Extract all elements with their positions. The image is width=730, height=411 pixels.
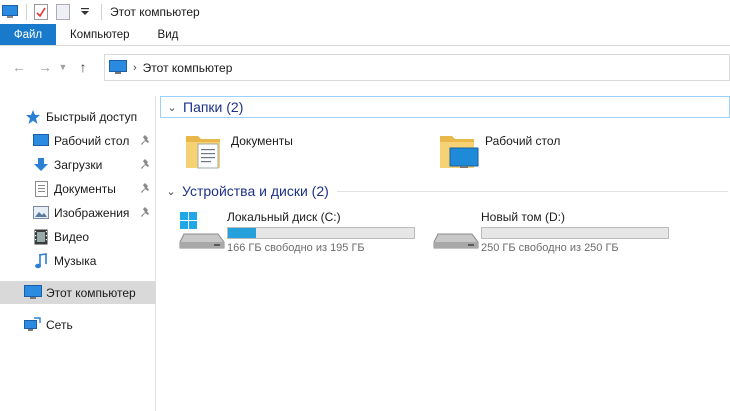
drive-usage-bar [481, 227, 669, 239]
quick-access-toolbar [0, 0, 106, 24]
collapse-chevron-icon[interactable]: ⌄ [162, 185, 180, 198]
recent-locations-chevron-icon[interactable]: ▼ [56, 56, 70, 78]
nav-label: Видео [54, 229, 90, 244]
properties-icon[interactable] [31, 2, 51, 22]
music-icon [32, 252, 50, 270]
this-pc-icon [24, 284, 42, 302]
nav-item-music[interactable]: Музыка [0, 249, 156, 272]
network-icon [24, 316, 42, 334]
navigation-row: ← → ▼ ↑ › Этот компьютер [0, 47, 730, 87]
hard-drive-icon [432, 210, 479, 254]
drive-details: Локальный диск (C:) 166 ГБ свободно из 1… [227, 210, 415, 254]
pin-icon[interactable] [140, 158, 152, 170]
documents-icon [32, 180, 50, 198]
new-folder-icon[interactable] [53, 2, 73, 22]
nav-item-pictures[interactable]: Изображения [0, 201, 156, 224]
section-header-folders[interactable]: ⌄ Папки (2) [160, 96, 730, 118]
nav-label: Этот компьютер [46, 285, 136, 300]
nav-this-pc[interactable]: Этот компьютер [0, 281, 156, 304]
content-pane: ⌄ Папки (2) Документы Рабочий стол ⌄ Уст… [160, 96, 730, 411]
section-title: Устройства и диски (2) [182, 183, 329, 199]
drive-tile-c[interactable]: Локальный диск (C:) 166 ГБ свободно из 1… [178, 210, 415, 254]
nav-item-downloads[interactable]: Загрузки [0, 153, 156, 176]
pin-icon[interactable] [140, 206, 152, 218]
navigation-pane: Быстрый доступ Рабочий стол Загрузки Док… [0, 96, 156, 411]
nav-network[interactable]: Сеть [0, 313, 156, 336]
section-divider [336, 190, 728, 192]
section-header-drives[interactable]: ⌄ Устройства и диски (2) [160, 180, 730, 202]
folder-name: Рабочий стол [485, 134, 561, 148]
tab-computer[interactable]: Компьютер [56, 24, 144, 45]
this-pc-icon[interactable] [0, 2, 20, 22]
nav-label: Загрузки [54, 157, 103, 172]
ribbon-tabs: Файл Компьютер Вид [0, 24, 730, 46]
nav-item-documents[interactable]: Документы [0, 177, 156, 200]
nav-label: Сеть [46, 317, 73, 332]
drive-free-space: 166 ГБ свободно из 195 ГБ [227, 242, 365, 254]
pictures-icon [32, 204, 50, 222]
tab-file[interactable]: Файл [0, 24, 56, 45]
nav-label: Изображения [54, 205, 130, 220]
pin-icon[interactable] [140, 134, 152, 146]
nav-label: Музыка [54, 253, 97, 268]
toolbar-separator [101, 4, 102, 20]
breadcrumb-chevron-icon[interactable]: › [133, 62, 137, 74]
drive-details: Новый том (D:) 250 ГБ свободно из 250 ГБ [481, 210, 669, 254]
folder-tile-documents[interactable]: Документы [184, 128, 293, 172]
desktop-folder-icon [438, 128, 482, 172]
this-pc-icon [109, 60, 127, 75]
star-icon [24, 108, 42, 126]
drive-tile-d[interactable]: Новый том (D:) 250 ГБ свободно из 250 ГБ [432, 210, 669, 254]
videos-icon [32, 228, 50, 246]
drive-name: Новый том (D:) [481, 210, 565, 224]
title-bar: Этот компьютер [0, 0, 730, 24]
drive-usage-bar [227, 227, 415, 239]
drive-name: Локальный диск (C:) [227, 210, 341, 224]
documents-folder-icon [184, 128, 228, 172]
drive-usage-fill [228, 228, 256, 238]
nav-label: Документы [54, 181, 116, 196]
downloads-icon [32, 156, 50, 174]
collapse-chevron-icon[interactable]: ⌄ [163, 101, 181, 114]
nav-item-desktop[interactable]: Рабочий стол [0, 129, 156, 152]
breadcrumb-this-pc[interactable]: Этот компьютер [143, 61, 233, 75]
tab-view[interactable]: Вид [144, 24, 193, 45]
desktop-icon [32, 132, 50, 150]
forward-arrow-icon[interactable]: → [34, 56, 56, 78]
pin-icon[interactable] [140, 182, 152, 194]
window-title: Этот компьютер [110, 5, 200, 19]
folder-name: Документы [231, 134, 293, 148]
section-title: Папки (2) [183, 99, 244, 115]
nav-label: Быстрый доступ [46, 109, 138, 124]
folder-tile-desktop[interactable]: Рабочий стол [438, 128, 560, 172]
nav-label: Рабочий стол [54, 133, 130, 148]
address-bar[interactable]: › Этот компьютер [104, 54, 730, 81]
back-arrow-icon[interactable]: ← [8, 56, 30, 78]
toolbar-separator [26, 4, 27, 20]
drive-free-space: 250 ГБ свободно из 250 ГБ [481, 242, 619, 254]
customize-toolbar-chevron-icon[interactable] [75, 2, 95, 22]
up-arrow-icon[interactable]: ↑ [72, 56, 94, 78]
nav-item-videos[interactable]: Видео [0, 225, 156, 248]
nav-quick-access[interactable]: Быстрый доступ [0, 105, 156, 128]
windows-drive-icon [178, 210, 225, 254]
